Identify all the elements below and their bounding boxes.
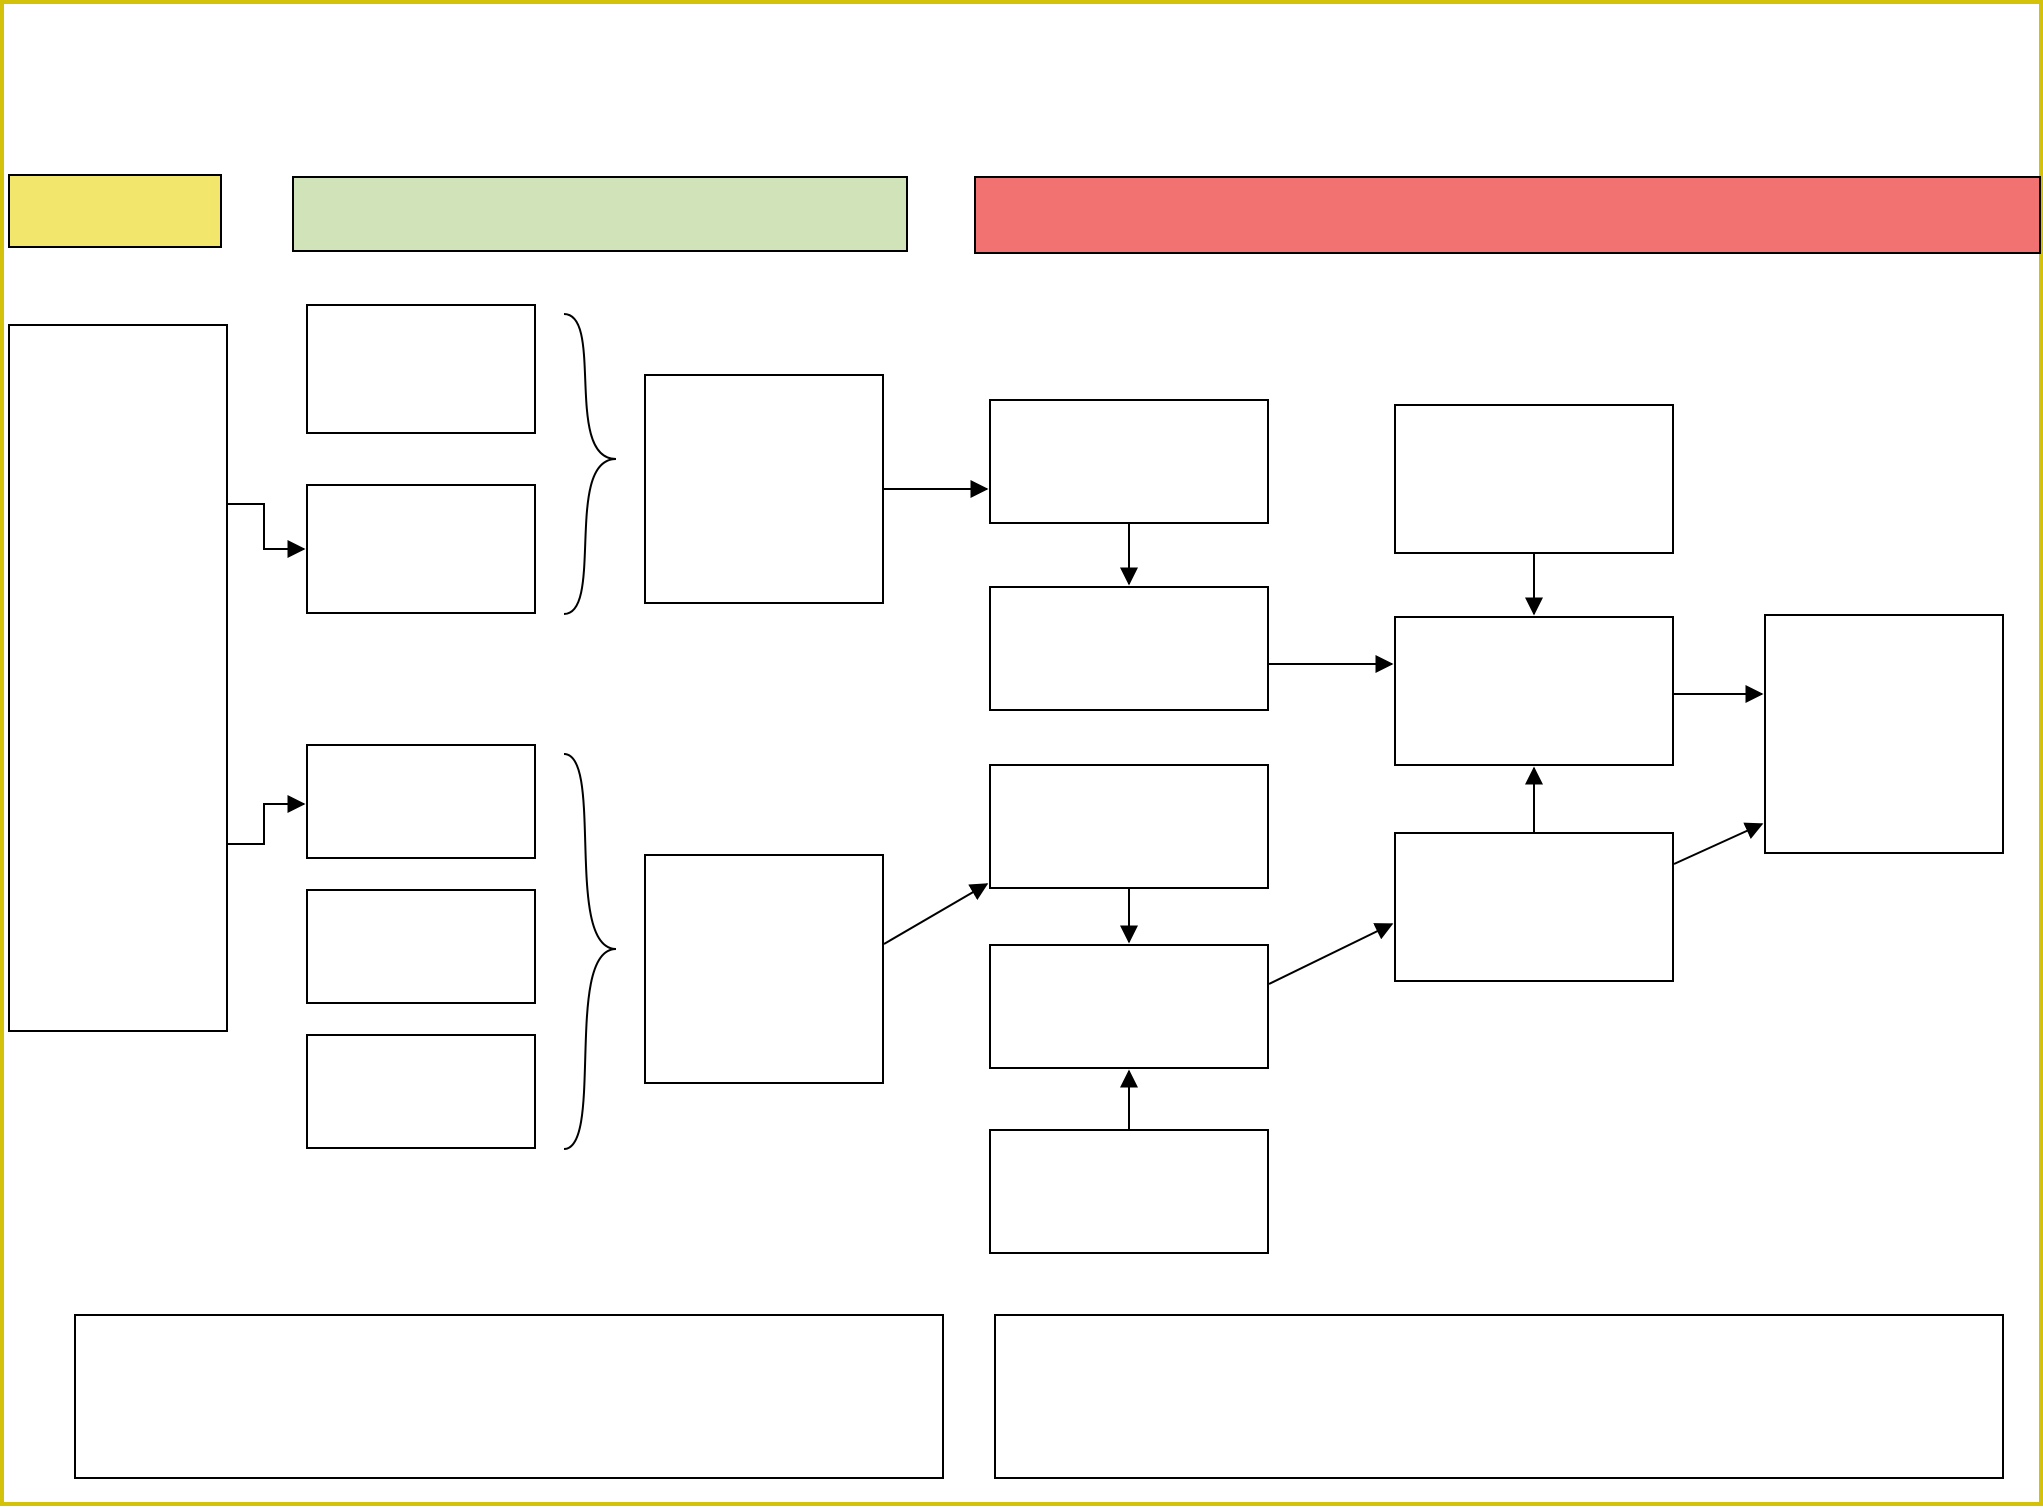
- node-c3: [989, 764, 1269, 889]
- node-c5: [989, 1129, 1269, 1254]
- node-b3: [306, 1034, 536, 1149]
- brace-a: [564, 314, 616, 614]
- brace-b: [564, 754, 616, 1149]
- node-gB: [644, 854, 884, 1084]
- node-a2: [306, 484, 536, 614]
- node-a1: [306, 304, 536, 434]
- edge-gb-c3: [884, 884, 987, 944]
- node-gA: [644, 374, 884, 604]
- node-d3: [1394, 832, 1674, 982]
- node-foot1: [74, 1314, 944, 1479]
- node-b1: [306, 744, 536, 859]
- node-c1: [989, 399, 1269, 524]
- header-yellow: [8, 174, 222, 248]
- header-red: [974, 176, 2041, 254]
- node-e1: [1764, 614, 2004, 854]
- node-c2: [989, 586, 1269, 711]
- node-b2: [306, 889, 536, 1004]
- diagram-frame: [0, 0, 2043, 1506]
- node-foot2: [994, 1314, 2004, 1479]
- edge-root-a: [228, 504, 304, 549]
- node-d2: [1394, 616, 1674, 766]
- node-d1: [1394, 404, 1674, 554]
- edge-root-b: [228, 804, 304, 844]
- edge-d3-e1: [1674, 824, 1762, 864]
- node-c4: [989, 944, 1269, 1069]
- node-root: [8, 324, 228, 1032]
- edge-c4-d3: [1269, 924, 1392, 984]
- header-green: [292, 176, 908, 252]
